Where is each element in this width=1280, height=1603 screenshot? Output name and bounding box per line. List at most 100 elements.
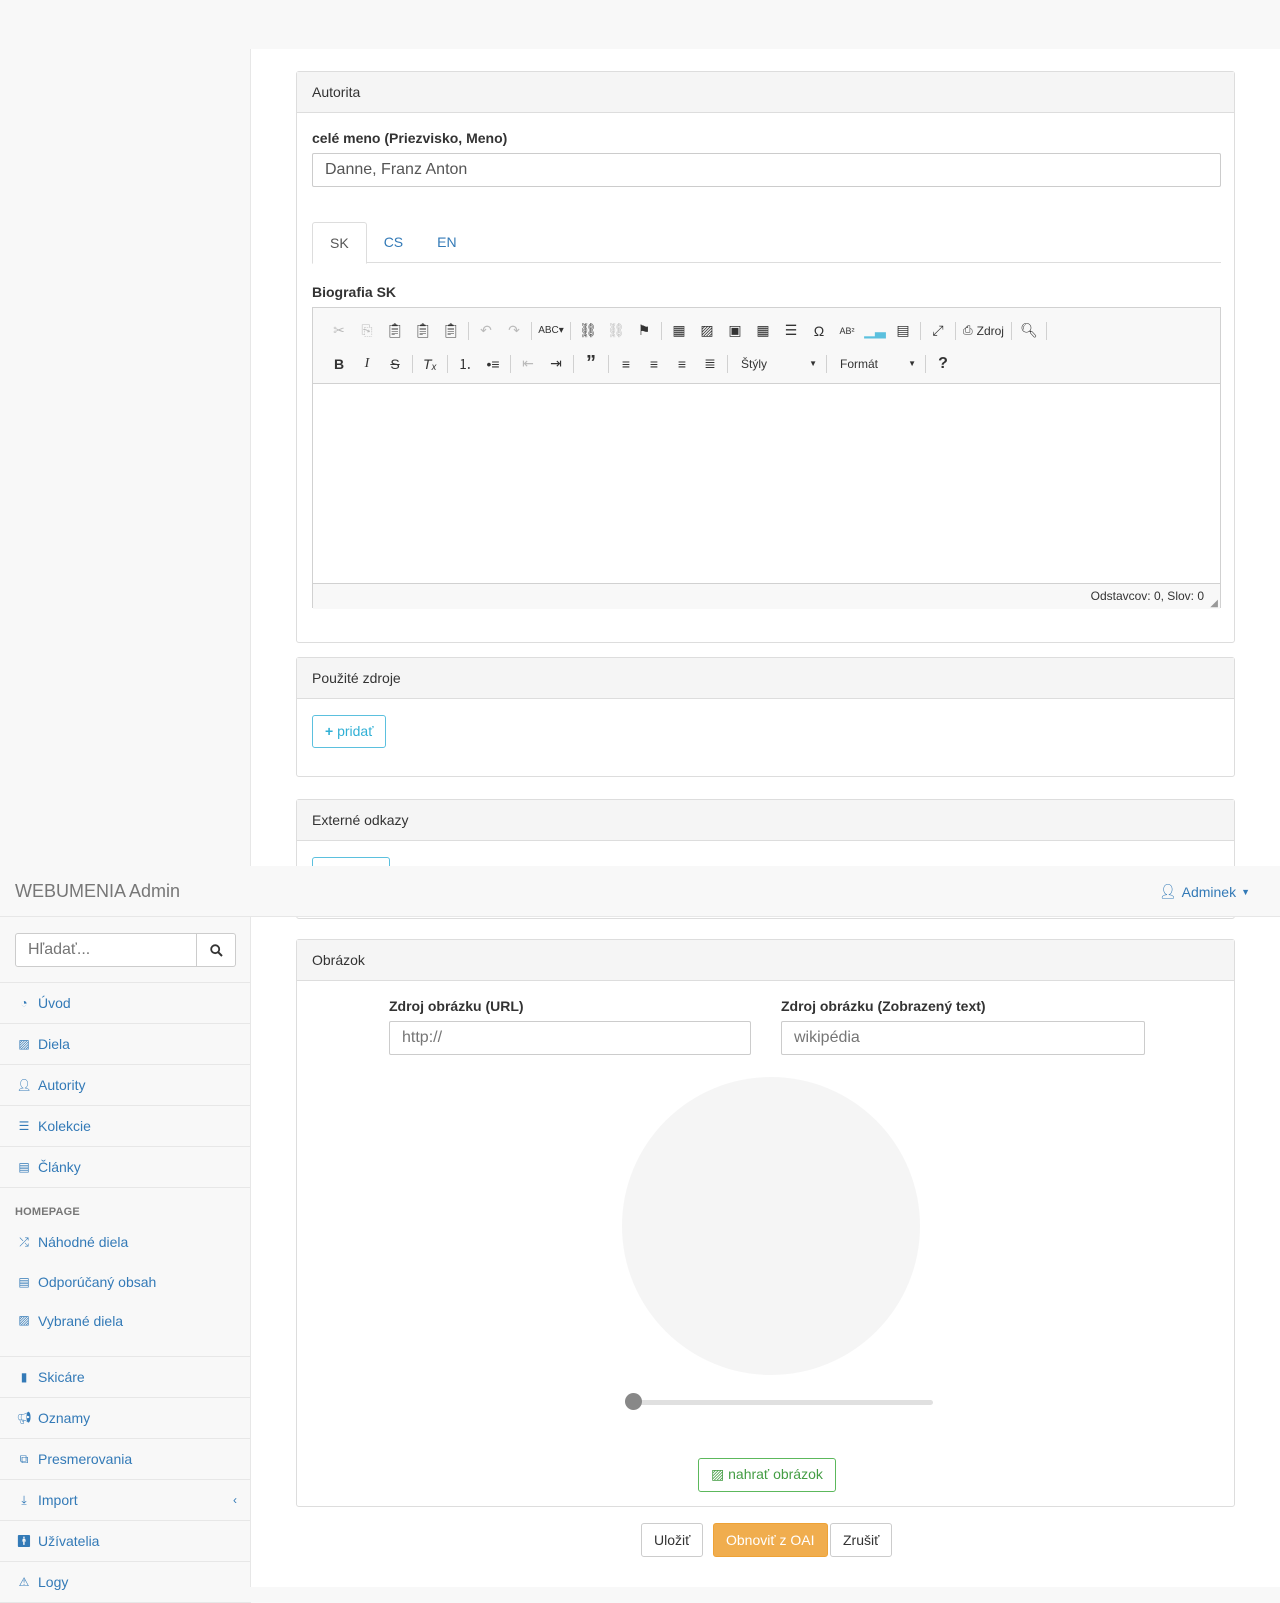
paste-text-icon[interactable]: 📋︎ xyxy=(409,318,437,344)
horizontal-rule-icon[interactable]: ☰ xyxy=(777,318,805,344)
align-center-icon[interactable]: ≡ xyxy=(640,351,668,377)
maximize-icon[interactable]: ⤢ xyxy=(924,318,952,344)
editor-content-area[interactable] xyxy=(313,384,1220,583)
bold-icon[interactable]: B xyxy=(325,351,353,377)
justify-icon[interactable]: ≣ xyxy=(696,351,724,377)
save-button[interactable]: Uložiť xyxy=(641,1523,704,1557)
sidebar-item-uzivatelia[interactable]: 🚹︎ Užívatelia xyxy=(0,1521,251,1562)
sidebar-item-import[interactable]: ⤓ Import ‹ xyxy=(0,1480,251,1521)
toolbar-separator xyxy=(573,354,574,373)
redo-icon[interactable]: ↷ xyxy=(500,318,528,344)
source-label: Zdroj xyxy=(976,323,1004,338)
chevron-left-icon: ‹ xyxy=(233,1493,237,1507)
blockquote-icon[interactable]: ” xyxy=(577,351,605,377)
sidebar-item-autority[interactable]: 👤︎ Autority xyxy=(0,1065,251,1106)
caret-down-icon: ▼ xyxy=(1241,886,1250,897)
bio-label: Biografia SK xyxy=(312,284,397,300)
spellcheck-icon[interactable]: ABC▾ xyxy=(535,318,567,344)
image-url-label: Zdroj obrázku (URL) xyxy=(389,998,524,1014)
user-menu[interactable]: 👤︎ Adminek ▼ xyxy=(1159,883,1250,900)
sidebar-item-label: Skicáre xyxy=(38,1369,85,1385)
rich-text-editor: ✂ ⎘ 📋︎ 📋︎ 📋︎ ↶ ↷ ABC▾ ⛓ ⛓ ⚑ ▦ ▨ ▣ ▦ ☰ Ω … xyxy=(312,307,1221,609)
sidebar-item-label: Diela xyxy=(38,1036,70,1052)
sidebar-item-oznamy[interactable]: 📢︎ Oznamy xyxy=(0,1398,251,1439)
remove-format-icon[interactable]: Tₓ xyxy=(416,351,444,377)
main-content: Autorita celé meno (Priezvisko, Meno) SK… xyxy=(251,49,1280,1587)
sidebar-search xyxy=(0,918,251,983)
cut-icon[interactable]: ✂ xyxy=(325,318,353,344)
tab-en[interactable]: EN xyxy=(420,222,473,263)
sidebar-item-logy[interactable]: ⚠ Logy xyxy=(0,1562,251,1603)
sidebar-item-presmerovania[interactable]: ⧉ Presmerovania xyxy=(0,1439,251,1480)
sidebar-item-clanky[interactable]: ▤ Články xyxy=(0,1147,251,1188)
image-plus-icon[interactable]: ▣ xyxy=(721,318,749,344)
upload-image-button[interactable]: ▨ nahrať obrázok xyxy=(698,1458,836,1492)
search-input[interactable] xyxy=(15,933,197,967)
toolbar-separator xyxy=(925,354,926,373)
zoom-slider[interactable] xyxy=(625,1400,933,1405)
sidebar-item-odporucany-obsah[interactable]: ▤ Odporúčaný obsah xyxy=(0,1262,251,1302)
undo-icon[interactable]: ↶ xyxy=(472,318,500,344)
picture-icon: ▨ xyxy=(18,1037,30,1051)
name-label: celé meno (Priezvisko, Meno) xyxy=(312,130,508,146)
toolbar-separator xyxy=(920,321,921,340)
editor-statusbar: Odstavcov: 0, Slov: 0 ◢ xyxy=(313,583,1220,609)
paste-word-icon[interactable]: 📋︎ xyxy=(437,318,465,344)
newspaper-icon[interactable]: ▤ xyxy=(889,318,917,344)
tab-sk[interactable]: SK xyxy=(312,222,367,264)
italic-icon[interactable]: I xyxy=(353,351,381,377)
source-button[interactable]: ⎙ Zdroj xyxy=(959,318,1008,344)
chart-icon[interactable]: ▁▃ xyxy=(861,318,889,344)
sidebar-item-label: Odporúčaný obsah xyxy=(38,1274,157,1290)
help-icon[interactable]: ? xyxy=(929,351,957,377)
tab-cs[interactable]: CS xyxy=(367,222,420,263)
format-select[interactable]: Formát ▼ xyxy=(830,353,922,375)
sidebar-item-vybrane-diela[interactable]: ▨ Vybrané diela xyxy=(0,1302,251,1357)
search-icon xyxy=(209,943,223,957)
align-left-icon[interactable]: ≡ xyxy=(612,351,640,377)
slider-handle[interactable] xyxy=(625,1393,642,1410)
sidebar-item-diela[interactable]: ▨ Diela xyxy=(0,1024,251,1065)
brand-title[interactable]: WEBUMENIA Admin xyxy=(15,881,180,902)
align-right-icon[interactable]: ≡ xyxy=(668,351,696,377)
table-icon[interactable]: ▦ xyxy=(749,318,777,344)
sidebar-item-kolekcie[interactable]: ☰ Kolekcie xyxy=(0,1106,251,1147)
sidebar-item-nahodne-diela[interactable]: ⤮ Náhodné diela xyxy=(0,1222,251,1262)
anchor-icon[interactable]: ⚑ xyxy=(630,318,658,344)
superscript-icon[interactable]: AB² xyxy=(833,318,861,344)
refresh-oai-button[interactable]: Obnoviť z OAI xyxy=(713,1523,828,1557)
numbered-list-icon[interactable]: ⒈ xyxy=(451,351,479,377)
resize-handle-icon[interactable]: ◢ xyxy=(1210,598,1218,609)
image-panel: Obrázok Zdroj obrázku (URL) Zdroj obrázk… xyxy=(296,939,1235,1507)
name-input[interactable] xyxy=(312,153,1221,187)
random-icon: ⤮ xyxy=(19,1234,29,1249)
preview-icon[interactable]: 🔍︎ xyxy=(1015,318,1043,344)
toolbar-separator xyxy=(955,321,956,340)
add-source-button[interactable]: + pridať xyxy=(312,715,387,748)
image-url-input[interactable] xyxy=(389,1021,751,1055)
toolbar-separator xyxy=(531,321,532,340)
form-icon[interactable]: ▦ xyxy=(665,318,693,344)
bulleted-list-icon[interactable]: •≡ xyxy=(479,351,507,377)
styles-select[interactable]: Štýly ▼ xyxy=(731,353,823,375)
paste-icon[interactable]: 📋︎ xyxy=(381,318,409,344)
strike-icon[interactable]: S xyxy=(381,351,409,377)
image-text-input[interactable] xyxy=(781,1021,1145,1055)
cancel-button[interactable]: Zrušiť xyxy=(830,1523,893,1557)
sidebar-item-uvod[interactable]: ◔ Úvod xyxy=(0,983,251,1024)
search-button[interactable] xyxy=(197,933,236,967)
newspaper-icon: ▤ xyxy=(18,1275,30,1289)
copy-icon[interactable]: ⎘ xyxy=(353,318,381,344)
indent-icon[interactable]: ⇥ xyxy=(542,351,570,377)
outdent-icon[interactable]: ⇤ xyxy=(514,351,542,377)
sidebar-item-label: Presmerovania xyxy=(38,1451,133,1467)
sidebar-item-skicare[interactable]: ▮ Skicáre xyxy=(0,1357,251,1398)
link-icon[interactable]: ⛓ xyxy=(574,318,602,344)
image-icon[interactable]: ▨ xyxy=(693,318,721,344)
user-icon: 👤︎ xyxy=(1158,883,1177,899)
download-icon: ⤓ xyxy=(21,1492,27,1507)
top-navbar: WEBUMENIA Admin 👤︎ Adminek ▼ xyxy=(0,866,1280,917)
special-char-icon[interactable]: Ω xyxy=(805,318,833,344)
unlink-icon[interactable]: ⛓ xyxy=(602,318,630,344)
panel-heading: Autorita xyxy=(297,72,1234,113)
